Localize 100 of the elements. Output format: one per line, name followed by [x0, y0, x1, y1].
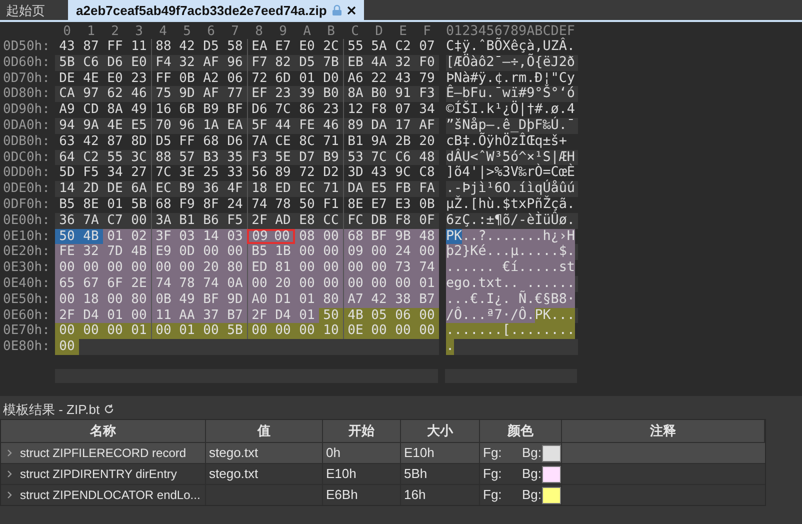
ascii-text: dÂU<ˆW³5ó^×¹S|ÆH [446, 150, 575, 165]
hex-byte: 1B [271, 244, 295, 260]
hex-byte: 42 [367, 292, 391, 308]
table-row[interactable]: struct ZIPENDLOCATOR endLo... E6Bh 16h Fg: Bg: [1, 484, 765, 505]
hex-byte: E0 [106, 70, 124, 86]
row-offset: 0E40h: [2, 276, 51, 292]
hex-byte: 96 [178, 118, 196, 134]
hex-byte: 5B [58, 54, 76, 71]
hex-byte: 80 [127, 292, 151, 308]
hex-byte: 1A [202, 118, 220, 134]
hex-byte: D2 [322, 165, 340, 182]
hex-byte: 7D [103, 244, 127, 260]
hex-byte: FB [394, 181, 412, 197]
hex-byte: 09 [343, 244, 367, 260]
hex-byte: B9 [202, 102, 220, 118]
hex-byte: 42 [82, 134, 100, 150]
hex-byte: E5 [130, 118, 148, 134]
table-row[interactable]: struct ZIPFILERECORD record stego.txt 0h E10h Fg: Bg: [1, 442, 765, 463]
hex-byte: 00 [247, 323, 271, 340]
column-header: C [350, 24, 360, 39]
hex-byte: 01 [106, 196, 124, 213]
column-header: 3 [134, 24, 144, 39]
hex-byte: 00 [415, 308, 439, 324]
expand-icon[interactable] [7, 449, 12, 457]
ascii-text: ..?.......h¿›H [462, 228, 575, 244]
hex-byte: DE [58, 70, 76, 86]
row-offset: 0E50h: [2, 292, 51, 308]
hex-byte: DB [370, 212, 388, 229]
hex-byte: 23 [322, 102, 340, 118]
hex-byte: 24 [226, 196, 244, 213]
hex-byte: E5 [370, 181, 388, 197]
tab[interactable]: a2eb7ceaf5ab49f7acb33de2e7eed74a.zip [68, 0, 364, 20]
refresh-icon[interactable] [104, 404, 114, 414]
hex-byte: 11 [130, 39, 148, 55]
table-cell-text: struct ZIPENDLOCATOR endLo... [20, 487, 200, 504]
table-cell-text: E6Bh [326, 486, 358, 504]
hex-byte: E0 [298, 39, 316, 55]
column-header: 7 [230, 24, 240, 39]
ascii-text: ...... €í.....st [446, 260, 575, 276]
ascii-text: . [446, 339, 454, 355]
hex-byte: 14 [199, 228, 223, 244]
table-cell-text: 16h [404, 486, 426, 504]
hex-byte: 07 [394, 102, 412, 118]
hex-byte: E9 [151, 244, 175, 260]
hex-byte: F3 [418, 86, 436, 102]
hex-byte: 49 [130, 102, 148, 118]
hex-byte: 00 [55, 260, 79, 276]
hex-byte: EA [226, 118, 244, 134]
hex-byte: 57 [178, 150, 196, 166]
hex-byte: F5 [82, 165, 100, 182]
hex-byte: 20 [199, 260, 223, 276]
expand-icon[interactable] [7, 470, 12, 478]
table-cell-text: 0h [326, 444, 340, 462]
hex-byte: 39 [298, 86, 316, 102]
hex-byte: 3C [130, 150, 148, 166]
hex-byte: 35 [226, 150, 244, 166]
ascii-text: C‡ÿ.ˆBÕXêçà,UZÂ. [446, 39, 575, 54]
hex-byte: 00 [343, 260, 367, 276]
hex-byte: F9 [178, 196, 196, 213]
hex-byte: AF [418, 118, 436, 134]
tab[interactable]: 起始页 [0, 0, 60, 20]
hex-byte: 96 [226, 54, 244, 71]
hex-byte: 00 [391, 276, 415, 292]
hex-byte: 00 [103, 292, 127, 308]
hex-byte: 00 [415, 323, 439, 340]
hex-byte: 00 [319, 244, 343, 260]
close-icon[interactable] [346, 6, 356, 14]
hex-byte: 5E [274, 150, 292, 166]
hex-byte: ED [274, 181, 292, 197]
hex-byte: 4B [127, 244, 151, 260]
hex-byte: 00 [367, 323, 391, 340]
hex-byte: 00 [130, 212, 148, 229]
row-offset: 0DC0h: [2, 150, 51, 166]
hex-byte: 3F [151, 228, 175, 244]
hex-byte: 00 [151, 260, 175, 276]
table-cell-text: stego.txt [209, 444, 258, 462]
hex-byte: AF [202, 54, 220, 71]
hex-byte: 9B [391, 228, 415, 244]
expand-icon[interactable] [7, 491, 12, 499]
column-header: 2 [110, 24, 120, 39]
hex-byte: 23 [130, 70, 148, 86]
hex-byte: D4 [79, 308, 103, 324]
ascii-text: 6zÇ.:±¶õ/-èÌüÛø. [446, 212, 575, 229]
hex-byte: 4F [226, 181, 244, 197]
hex-byte: 46 [322, 118, 340, 134]
row-offset: 0DD0h: [2, 165, 51, 182]
hex-byte: 2E [127, 276, 151, 292]
hex-byte: 01 [415, 276, 439, 292]
ascii-text: .-Þjì¹6O.íìqÚåûú [446, 181, 575, 196]
hex-byte: 11 [151, 308, 175, 324]
hex-byte: 55 [106, 150, 124, 166]
hex-byte: CA [58, 86, 76, 102]
hex-byte: 6F [103, 276, 127, 292]
hex-byte: B5 [58, 196, 76, 213]
hex-byte: 00 [127, 308, 151, 324]
hex-byte: 00 [319, 260, 343, 276]
table-row[interactable]: struct ZIPDIRENTRY dirEntry stego.txt E10h 5Bh Fg: Bg: [1, 463, 765, 484]
hex-byte: 03 [223, 228, 247, 244]
hex-byte: 5B [130, 196, 148, 213]
hex-byte: 5A [370, 39, 388, 55]
